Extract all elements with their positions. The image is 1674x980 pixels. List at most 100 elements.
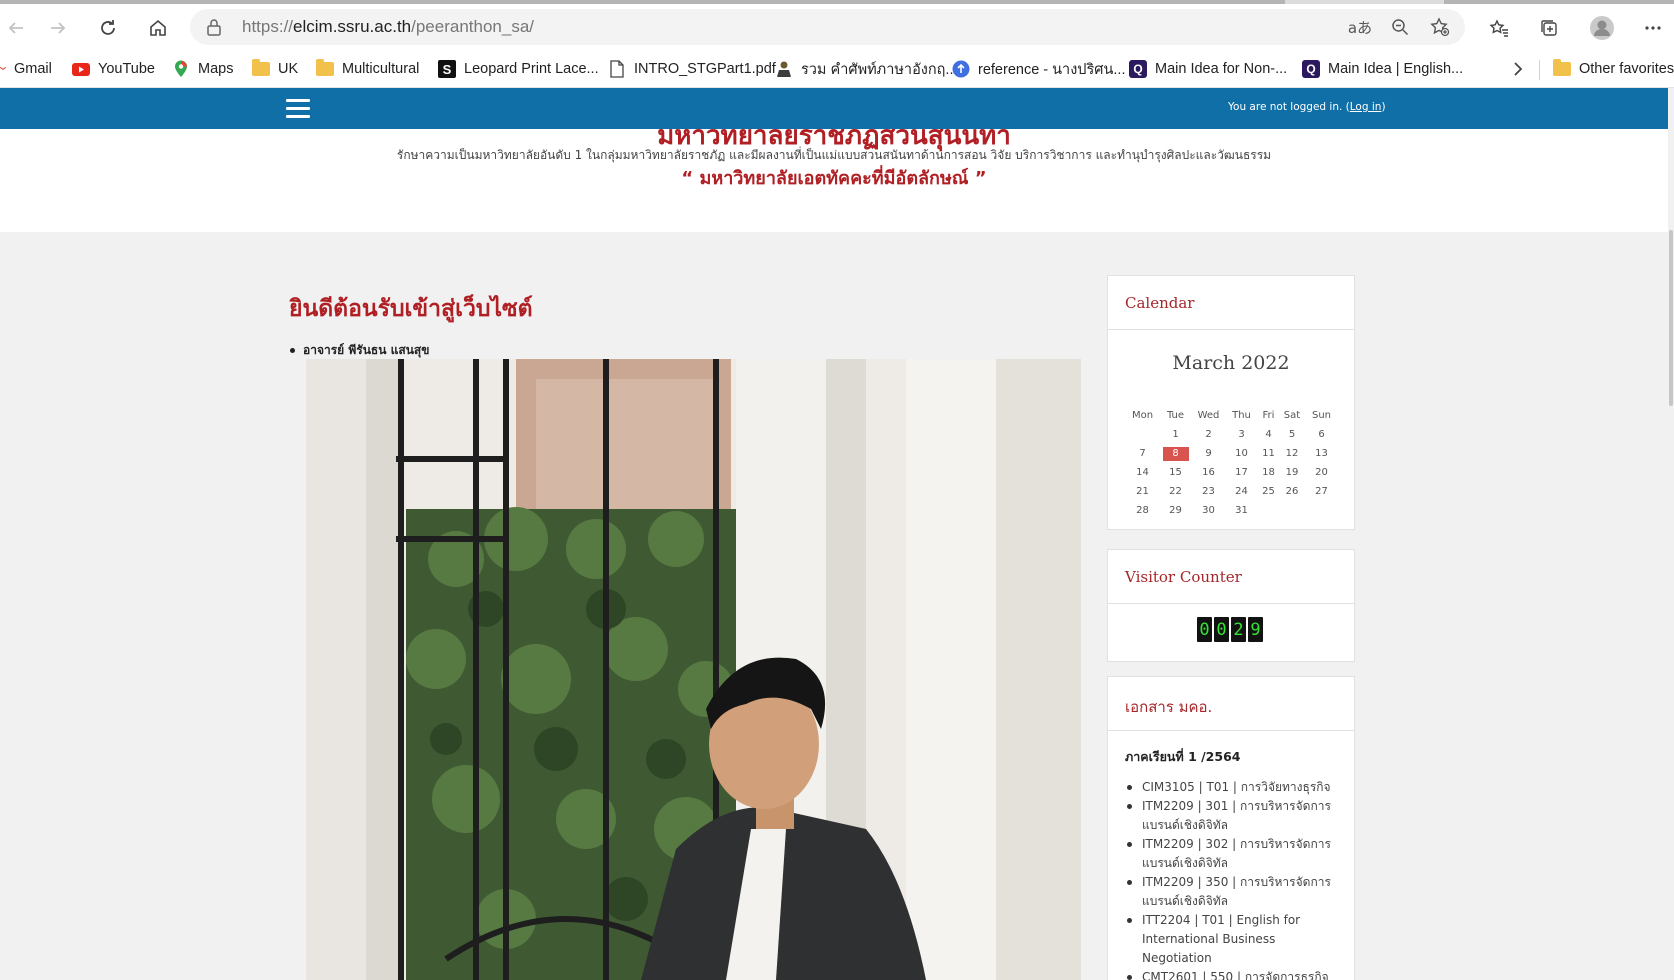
calendar-day[interactable]: 26 [1279,486,1305,497]
bookmark-folder-multicultural[interactable]: Multicultural [316,57,419,81]
bookmark-label: reference - นางปริศน... [978,61,1126,78]
hamburger-menu-icon[interactable] [286,99,310,118]
calendar-day[interactable]: 10 [1225,448,1258,459]
counter-digit: 0 [1214,617,1229,642]
course-link[interactable]: CIM3105 | T01 | การวิจัยทางธุรกิจ [1125,778,1347,797]
calendar-day-number: 28 [1136,505,1149,516]
reload-icon [101,20,115,35]
read-aloud-icon[interactable]: aあ [1347,15,1373,39]
address-bar[interactable]: https://elcim.ssru.ac.th/peeranthon_sa/ … [190,9,1465,45]
calendar-day[interactable]: 27 [1305,486,1338,497]
calendar-day[interactable]: 21 [1126,486,1159,497]
home-button[interactable] [142,12,174,44]
bookmark-label: YouTube [98,61,155,77]
calendar-day[interactable]: 28 [1126,505,1159,516]
url-prefix: https:// [242,17,294,36]
bookmark-label: Gmail [14,61,52,77]
calendar-day[interactable]: 14 [1126,467,1159,478]
bookmark-gmail[interactable]: Gmail [0,57,52,81]
calendar-day[interactable]: 15 [1159,467,1192,478]
calendar-weekday-row: Mon Tue Wed Thu Fri Sat Sun [1126,406,1340,425]
course-link[interactable]: CMT2601 | 550 | การจัดการธุรกิจ [1125,968,1347,980]
calendar-day-today[interactable]: 8 [1159,446,1192,461]
calendar-day[interactable]: 11 [1258,448,1279,459]
course-list: CIM3105 | T01 | การวิจัยทางธุรกิจ ITM220… [1125,778,1347,980]
favorites-button[interactable] [1484,14,1514,42]
calendar-day-number: 13 [1315,448,1328,459]
bookmarks-overflow-button[interactable] [1513,57,1523,81]
calendar-day[interactable]: 7 [1126,448,1159,459]
bookmark-leopard[interactable]: S Leopard Print Lace... [438,57,599,81]
calendar-day[interactable]: 6 [1305,429,1338,440]
calendar-day[interactable]: 31 [1225,505,1258,516]
chevron-right-icon [1514,62,1523,76]
bookmark-vocab[interactable]: รวม คำศัพท์ภาษาอังกฤ... [775,57,958,81]
calendar-day-number: 26 [1285,486,1299,497]
course-link[interactable]: ITM2209 | 350 | การบริหารจัดการแบรนด์เชิ… [1125,873,1347,911]
calendar-day[interactable]: 4 [1258,429,1279,440]
bookmark-folder-uk[interactable]: UK [252,57,298,81]
folder-icon [1553,59,1571,78]
calendar-day[interactable]: 23 [1192,486,1225,497]
profile-button[interactable] [1587,14,1617,42]
calendar-day[interactable]: 1 [1159,429,1192,440]
bookmark-label: Main Idea for Non-... [1155,61,1288,77]
bookmark-intro-pdf[interactable]: INTRO_STGPart1.pdf [608,57,776,81]
calendar-day[interactable]: 17 [1225,467,1258,478]
calendar-day[interactable]: 29 [1159,505,1192,516]
calendar-day-number: 10 [1235,448,1248,459]
bookmark-youtube[interactable]: YouTube [72,57,155,81]
site-navbar: You are not logged in. (Log in) [0,88,1668,129]
bookmark-reference[interactable]: reference - นางปริศน... [952,57,1125,81]
bookmark-main-idea-english[interactable]: Q Main Idea | English... [1302,57,1463,81]
calendar-day-number: 22 [1169,486,1182,497]
calendar-week-row: 21 22 23 24 25 26 27 [1126,482,1340,501]
calendar-day[interactable]: 13 [1305,448,1338,459]
visitor-counter-heading: Visitor Counter [1108,550,1354,604]
teacher-photo [306,359,1081,980]
more-menu-button[interactable] [1638,14,1668,42]
calendar-day[interactable]: 19 [1279,467,1305,478]
calendar-day[interactable]: 24 [1225,486,1258,497]
bookmark-main-idea-non[interactable]: Q Main Idea for Non-... [1129,57,1287,81]
calendar-week-row: 14 15 16 17 18 19 20 [1126,463,1340,482]
counter-digit: 2 [1231,617,1246,642]
semester-label: ภาคเรียนที่ 1 /2564 [1125,749,1241,764]
calendar-day[interactable]: 22 [1159,486,1192,497]
teacher-name-text: อาจารย์ พีรันธน แสนสุข [303,343,430,357]
back-button[interactable] [0,12,32,44]
calendar-day-number: 27 [1315,486,1328,497]
collections-button[interactable] [1534,14,1564,42]
calendar-day[interactable]: 25 [1258,486,1279,497]
bookmarks-divider [1539,60,1540,80]
login-status-close: ) [1381,101,1386,113]
calendar-heading: Calendar [1108,276,1354,330]
reload-button[interactable] [92,12,124,44]
forward-button[interactable] [42,12,74,44]
add-favorite-icon[interactable] [1427,15,1453,39]
url-text: https://elcim.ssru.ac.th/peeranthon_sa/ [242,17,534,37]
calendar-day[interactable]: 5 [1279,429,1305,440]
course-link[interactable]: ITT2204 | T01 | English for Internationa… [1125,911,1347,968]
calendar-day-number: 12 [1285,448,1299,459]
calendar-day[interactable]: 2 [1192,429,1225,440]
calendar-day[interactable]: 9 [1192,448,1225,459]
forward-arrow-icon [51,22,66,34]
page-scrollbar[interactable] [1668,88,1674,980]
calendar-day[interactable]: 20 [1305,467,1338,478]
calendar-day[interactable]: 16 [1192,467,1225,478]
calendar-day[interactable]: 3 [1225,429,1258,440]
course-link[interactable]: ITM2209 | 301 | การบริหารจัดการแบรนด์เชิ… [1125,797,1347,835]
login-link[interactable]: Log in [1350,101,1382,113]
scrollbar-thumb[interactable] [1669,230,1673,406]
bookmark-other-favorites[interactable]: Other favorites [1553,57,1674,81]
course-link[interactable]: ITM2209 | 302 | การบริหารจัดการแบรนด์เชิ… [1125,835,1347,873]
calendar-day[interactable]: 12 [1279,448,1305,459]
q-icon: Q [1129,60,1147,78]
zoom-icon[interactable] [1387,15,1413,39]
calendar-day[interactable]: 30 [1192,505,1225,516]
login-status-text: You are not logged in. ( [1228,101,1350,113]
calendar-day[interactable]: 18 [1258,467,1279,478]
calendar-day-number: 9 [1205,448,1212,459]
bookmark-maps[interactable]: Maps [172,57,233,81]
